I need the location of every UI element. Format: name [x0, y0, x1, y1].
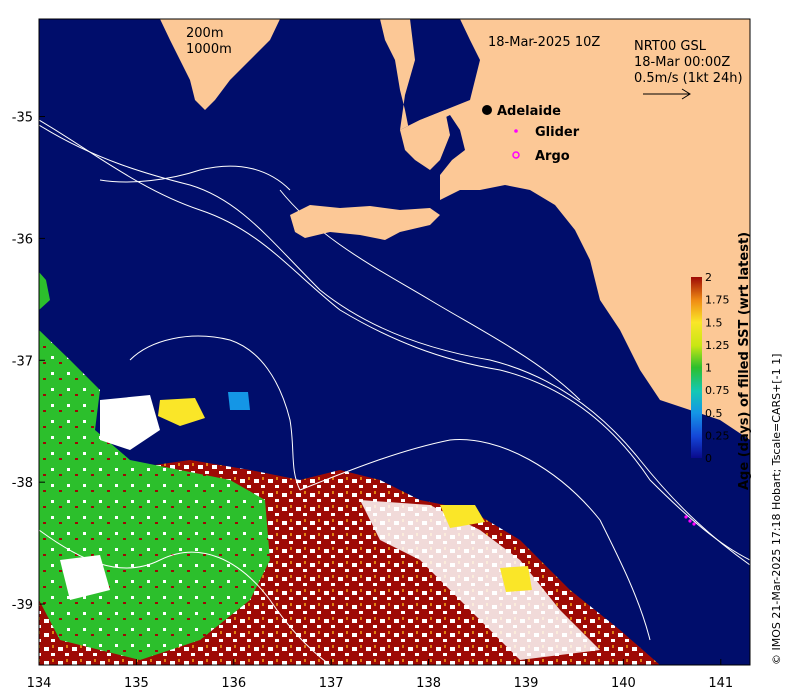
x-tick-label: 140 [611, 676, 636, 691]
colorbar-tick-label: 0.5 [705, 407, 723, 420]
y-tick-label: -38 [12, 476, 33, 491]
current-time-label: 18-Mar 00:00Z [634, 55, 730, 70]
map-date-title: 18-Mar-2025 10Z [488, 35, 600, 50]
x-tick-label: 135 [124, 676, 149, 691]
y-tick-label: -37 [12, 354, 33, 369]
colorbar-tick-label: 1.5 [705, 316, 723, 329]
y-tick-label: -39 [12, 598, 33, 613]
colorbar-tick-label: 1 [705, 362, 712, 375]
colorbar-title: Age (days) of filled SST (wrt latest) [737, 232, 752, 490]
argo-legend-label: Argo [535, 149, 570, 164]
y-tick-label: -36 [12, 232, 33, 247]
contour-200m-label: 200m [186, 26, 223, 41]
sst-age-blue-patch [228, 392, 250, 410]
colorbar-tick-label: 0.75 [705, 384, 730, 397]
colorbar-tick-label: 0.25 [705, 429, 730, 442]
colorbar-tick-label: 0 [705, 452, 712, 465]
x-tick-label: 134 [27, 676, 52, 691]
x-tick-label: 137 [319, 676, 344, 691]
glider-legend-label: Glider [535, 125, 580, 140]
vector-scale-label: 0.5m/s (1kt 24h) [634, 71, 743, 86]
colorbar [691, 277, 702, 458]
x-tick-label: 141 [708, 676, 733, 691]
current-source-label: NRT00 GSL [634, 39, 707, 54]
colorbar-tick-label: 2 [705, 271, 712, 284]
adelaide-marker [482, 105, 492, 115]
map-plot-area [39, 19, 750, 665]
x-tick-label: 138 [416, 676, 441, 691]
adelaide-label: Adelaide [497, 104, 561, 119]
sst-age-map: 200m 1000m 18-Mar-2025 10Z NRT00 GSL 18-… [12, 18, 783, 691]
credit-text: © IMOS 21-Mar-2025 17:18 Hobart; Tscale=… [770, 354, 783, 665]
y-tick-label: -35 [12, 111, 33, 126]
x-tick-label: 136 [221, 676, 246, 691]
glider-legend-marker [514, 129, 518, 133]
x-tick-label: 139 [514, 676, 539, 691]
colorbar-tick-label: 1.25 [705, 339, 730, 352]
colorbar-tick-label: 1.75 [705, 294, 730, 307]
contour-1000m-label: 1000m [186, 42, 232, 57]
